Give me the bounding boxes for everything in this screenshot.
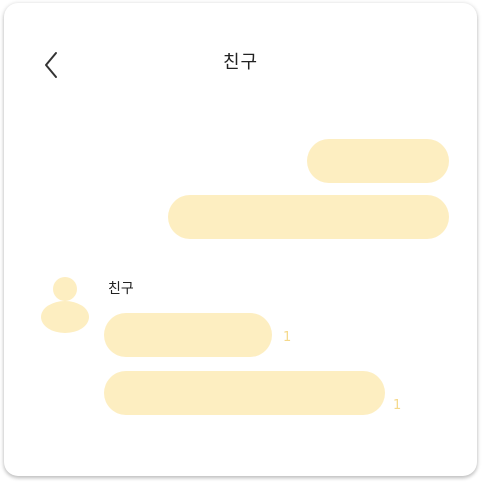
chat-window: 친구 친구 1 1 bbox=[4, 3, 477, 476]
sent-message-bubble[interactable] bbox=[307, 139, 449, 183]
avatar[interactable] bbox=[40, 277, 90, 337]
unread-count: 1 bbox=[283, 330, 292, 345]
avatar-body bbox=[41, 301, 89, 333]
received-message-bubble[interactable] bbox=[104, 371, 385, 415]
unread-count: 1 bbox=[393, 398, 402, 413]
sent-message-bubble[interactable] bbox=[168, 195, 449, 239]
chat-title: 친구 bbox=[222, 52, 259, 73]
received-message-bubble[interactable] bbox=[104, 313, 272, 357]
sender-name: 친구 bbox=[108, 281, 134, 297]
avatar-head bbox=[53, 277, 77, 301]
